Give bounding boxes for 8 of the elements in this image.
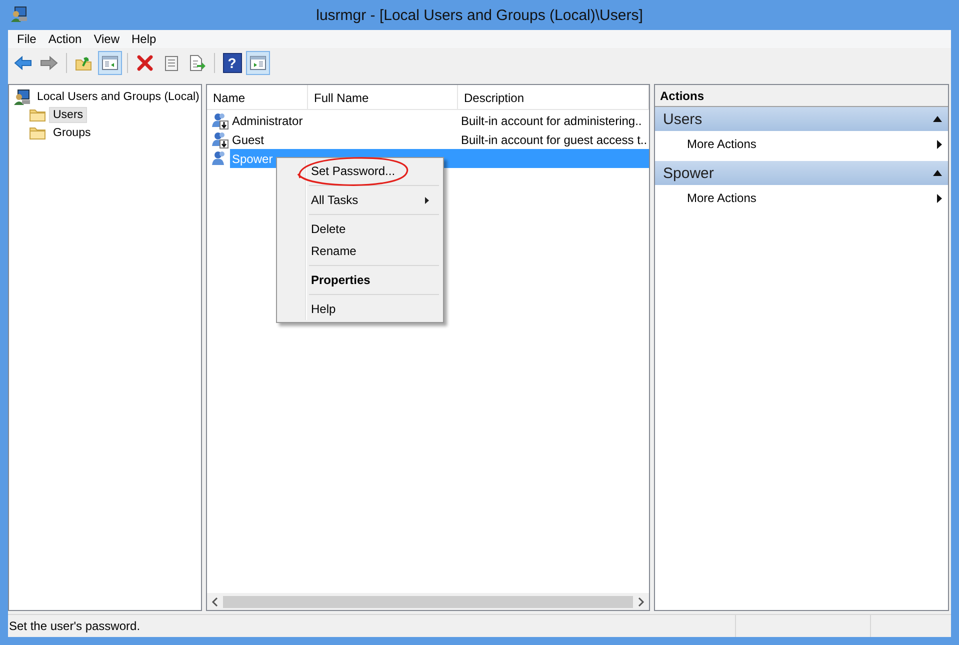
name-cell-text: Guest [231, 132, 266, 146]
name-cell-text: Spower [231, 152, 274, 166]
description-cell-text: Built-in account for administering.. [460, 114, 643, 128]
description-cell-text: Built-in account for guest access t.. [460, 132, 648, 146]
status-text: Set the user's password. [8, 619, 142, 633]
pane-title: Actions [655, 85, 948, 107]
name-cell-text: Administrator [231, 114, 304, 128]
window-title: lusrmgr - [Local Users and Groups (Local)\Users] [316, 6, 643, 24]
